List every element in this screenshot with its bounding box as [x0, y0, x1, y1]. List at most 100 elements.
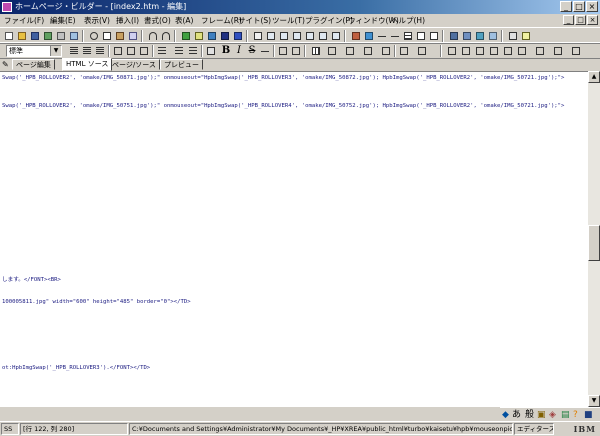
definition-list-icon[interactable] — [187, 45, 199, 57]
html-source-editor[interactable]: Swap('_HPB_ROLLOVER2', 'omake/IMG_50871.… — [0, 71, 588, 407]
italic-button[interactable]: I — [233, 45, 245, 57]
link-icon[interactable] — [180, 30, 192, 42]
save-icon[interactable] — [29, 30, 41, 42]
cell-props-icon[interactable] — [502, 45, 514, 57]
table-border-icon[interactable] — [534, 45, 546, 57]
menu-tools[interactable]: ツール(T) — [272, 15, 305, 26]
tool-icon[interactable]: ◈ — [549, 409, 556, 421]
style-select[interactable]: 標準 ▼ — [6, 45, 62, 57]
menu-view[interactable]: 表示(V) — [84, 15, 110, 26]
page-list-icon[interactable] — [461, 30, 473, 42]
ime-label[interactable]: 般 — [525, 409, 534, 421]
source-line[interactable]: Swap('_HPB_ROLLOVER2', 'omake/IMG_50751.… — [2, 103, 564, 110]
table-color-icon[interactable] — [552, 45, 564, 57]
font-color-icon[interactable] — [205, 45, 217, 57]
table-merge-icon[interactable] — [362, 45, 374, 57]
chevron-down-icon[interactable]: ▼ — [50, 46, 61, 56]
undo-icon[interactable] — [147, 30, 159, 42]
strike-button[interactable]: S — [246, 45, 258, 57]
help-icon[interactable]: ? — [573, 409, 578, 421]
table-insert-icon[interactable] — [310, 45, 322, 57]
cell-height-icon[interactable] — [488, 45, 500, 57]
format-painter-icon[interactable] — [127, 30, 139, 42]
form-icon[interactable] — [415, 30, 427, 42]
cell-valign-icon[interactable] — [416, 45, 428, 57]
align-center-icon[interactable] — [81, 45, 93, 57]
site-icon[interactable] — [448, 30, 460, 42]
scroll-thumb[interactable] — [588, 225, 600, 261]
minimize-button[interactable]: _ — [560, 1, 572, 12]
flash-icon[interactable] — [232, 30, 244, 42]
indent-icon[interactable] — [112, 45, 124, 57]
image-icon[interactable] — [206, 30, 218, 42]
frame-split-icon[interactable] — [265, 30, 277, 42]
input-box-icon[interactable] — [428, 30, 440, 42]
doc-close-button[interactable]: × — [587, 15, 598, 25]
number-list-icon[interactable] — [173, 45, 185, 57]
table-row-icon[interactable] — [326, 45, 338, 57]
source-line[interactable]: 100005811.jpg" width="600" height="485" … — [2, 299, 191, 306]
tab-preview[interactable]: プレビュー — [160, 59, 203, 70]
help-icon[interactable] — [520, 30, 532, 42]
tab-page-edit[interactable]: ページ編集 — [12, 59, 55, 70]
cell-insert-icon[interactable] — [446, 45, 458, 57]
ime-icon[interactable]: ◆ — [502, 409, 509, 421]
menu-format[interactable]: 書式(O) — [144, 15, 171, 26]
outdent-icon[interactable] — [125, 45, 137, 57]
object-icon[interactable] — [219, 30, 231, 42]
copy-icon[interactable] — [101, 30, 113, 42]
font-smaller-icon[interactable] — [290, 45, 302, 57]
doc-maximize-button[interactable]: □ — [575, 15, 586, 25]
table-bg-icon[interactable] — [570, 45, 582, 57]
close-button[interactable]: × — [586, 1, 598, 12]
table-icon[interactable] — [402, 30, 414, 42]
source-line[interactable]: します。</FONT><BR> — [2, 277, 61, 284]
frame-bottom-icon[interactable] — [317, 30, 329, 42]
pad-icon[interactable]: ▤ — [561, 409, 570, 421]
kana-icon[interactable]: ■ — [584, 409, 593, 421]
menu-frame[interactable]: フレーム(R) — [201, 15, 242, 26]
bold-button[interactable]: B — [220, 45, 232, 57]
maximize-button[interactable]: □ — [573, 1, 585, 12]
paste-icon[interactable] — [114, 30, 126, 42]
transfer-icon[interactable] — [474, 30, 486, 42]
frame-grid-icon[interactable] — [330, 30, 342, 42]
font-dropdown-icon[interactable] — [259, 45, 271, 57]
menu-edit[interactable]: 編集(E) — [50, 15, 76, 26]
menu-plugins[interactable]: プラグイン(P) — [305, 15, 353, 26]
menu-table[interactable]: 表(A) — [175, 15, 193, 26]
source-line[interactable]: ot:HpbImgSwap('_HPB_ROLLOVER3').</FONT><… — [2, 365, 150, 372]
tab-html-source[interactable]: HTML ソース — [62, 58, 113, 71]
scroll-down-icon[interactable]: ▼ — [588, 395, 600, 407]
line-icon[interactable] — [389, 30, 401, 42]
doc-minimize-button[interactable]: _ — [563, 15, 574, 25]
horizontal-rule-icon[interactable] — [376, 30, 388, 42]
list-icon[interactable] — [138, 45, 150, 57]
tab-page-source[interactable]: ページ/ソース — [108, 59, 160, 70]
scroll-up-icon[interactable]: ▲ — [588, 71, 600, 83]
app-icon[interactable] — [2, 2, 12, 12]
menu-file[interactable]: ファイル(F) — [4, 15, 44, 26]
check-icon[interactable] — [507, 30, 519, 42]
ime-mode-indicator[interactable]: あ — [512, 409, 521, 421]
cell-align-icon[interactable] — [398, 45, 410, 57]
print-icon[interactable] — [55, 30, 67, 42]
publish-icon[interactable] — [42, 30, 54, 42]
frame-icon[interactable] — [252, 30, 264, 42]
align-left-icon[interactable] — [68, 45, 80, 57]
align-right-icon[interactable] — [94, 45, 106, 57]
menu-site[interactable]: サイト(S) — [238, 15, 271, 26]
menu-insert[interactable]: 挿入(I) — [116, 15, 139, 26]
bullet-list-icon[interactable] — [156, 45, 168, 57]
table-split-icon[interactable] — [380, 45, 392, 57]
edit-pen-icon[interactable] — [350, 30, 362, 42]
cell-width-icon[interactable] — [474, 45, 486, 57]
table-col-icon[interactable] — [344, 45, 356, 57]
browser-icon[interactable] — [487, 30, 499, 42]
frame-top-icon[interactable] — [278, 30, 290, 42]
cut-icon[interactable] — [88, 30, 100, 42]
paint-icon[interactable] — [363, 30, 375, 42]
source-line[interactable]: Swap('_HPB_ROLLOVER2', 'omake/IMG_50871.… — [2, 75, 564, 82]
menu-help[interactable]: ヘルプ(H) — [391, 15, 425, 26]
font-larger-icon[interactable] — [277, 45, 289, 57]
